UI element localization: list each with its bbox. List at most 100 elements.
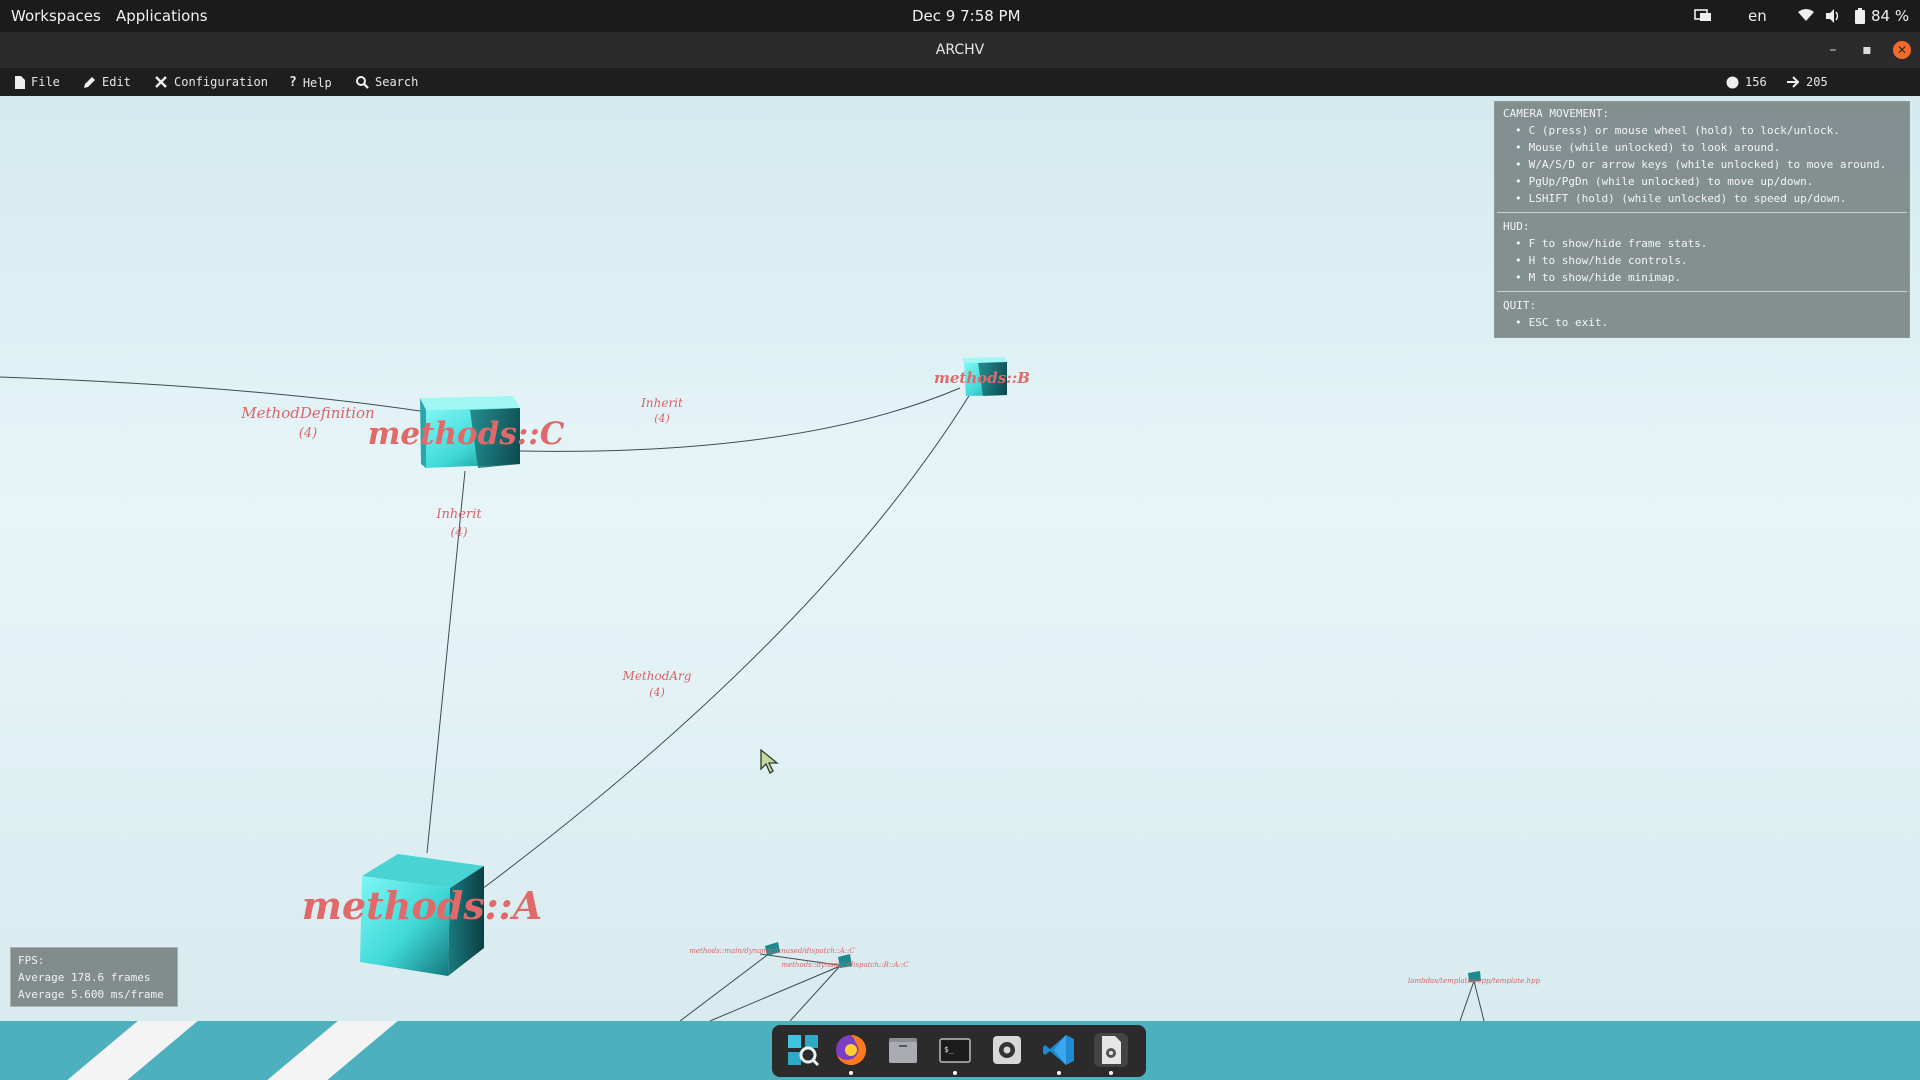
running-indicator	[953, 1071, 957, 1075]
applications-button[interactable]: Applications	[116, 7, 208, 25]
menu-configuration[interactable]: Configuration	[154, 75, 268, 89]
node-methods-c[interactable]: methods::C	[368, 396, 565, 468]
far-label-3: lambdas/templates/cpp/template.hpp	[1408, 977, 1540, 985]
menu-search-label: Search	[375, 75, 419, 89]
node-label-methods-a: methods::A	[302, 883, 542, 928]
fps-ms: Average 5.600 ms/frame	[18, 988, 164, 1001]
menu-file-label: File	[31, 75, 60, 89]
fps-frames: Average 178.6 frames	[18, 971, 151, 984]
clock[interactable]: Dec 9 7:58 PM	[912, 7, 1021, 25]
menu-help[interactable]: ? Help	[289, 75, 332, 90]
archv-app-icon[interactable]	[1094, 1033, 1128, 1067]
stripe-decoration	[218, 1021, 422, 1080]
workspaces-button[interactable]: Workspaces	[11, 7, 101, 25]
system-top-bar: Workspaces Applications Dec 9 7:58 PM en…	[0, 0, 1920, 32]
stripe-decoration	[18, 1021, 222, 1080]
question-icon: ?	[289, 75, 297, 90]
node-counter: 156	[1726, 75, 1767, 89]
window-title-bar[interactable]: ARCHV – ▪ ✕	[0, 32, 1920, 68]
keyboard-layout-indicator[interactable]: en	[1748, 7, 1767, 25]
divider	[1497, 212, 1907, 213]
edge-inherit-c-b	[519, 387, 961, 452]
edge-far-3	[789, 965, 841, 1021]
edge-count-inherit-c-a: (4)	[451, 525, 468, 539]
running-indicator	[849, 1071, 853, 1075]
hud-item: H to show/hide controls.	[1515, 252, 1901, 269]
menu-search[interactable]: Search	[356, 75, 418, 89]
mouse-cursor-icon	[760, 749, 779, 774]
edge-count-inherit-c-b: (4)	[654, 412, 670, 425]
firefox-icon[interactable]	[834, 1033, 868, 1067]
volume-icon[interactable]	[1824, 8, 1842, 28]
far-label-1: methods::main/dynamic/unused/dispatch::A…	[689, 947, 855, 955]
node-label-methods-b: methods::B	[934, 369, 1030, 387]
hud-heading: HUD:	[1503, 220, 1530, 233]
edge-count-method-definition: (4)	[299, 426, 317, 441]
node-label-methods-c: methods::C	[368, 416, 565, 452]
menu-edit-label: Edit	[102, 75, 131, 89]
edge-label-method-arg: MethodArg	[622, 669, 692, 683]
wifi-icon[interactable]	[1797, 8, 1815, 26]
battery-percentage: 84 %	[1871, 7, 1910, 25]
hud-item: F to show/hide frame stats.	[1515, 235, 1901, 252]
graph-viewport[interactable]: methods::C methods::B methods::A methods…	[0, 96, 1920, 1021]
search-app-icon[interactable]	[786, 1033, 820, 1067]
fps-stats-panel: FPS: Average 178.6 frames Average 5.600 …	[10, 947, 178, 1007]
camera-item: PgUp/PgDn (while unlocked) to move up/do…	[1515, 173, 1901, 190]
edge-far-5	[1459, 979, 1485, 1021]
node-methods-a[interactable]: methods::A	[302, 854, 542, 976]
search-icon	[356, 75, 369, 89]
far-node-cluster-2[interactable]: lambdas/templates/cpp/template.hpp	[1408, 971, 1540, 985]
window-title: ARCHV	[935, 42, 985, 58]
quit-heading: QUIT:	[1503, 299, 1537, 312]
hud-list: F to show/hide frame stats. H to show/hi…	[1503, 235, 1901, 286]
node-count: 156	[1745, 75, 1767, 89]
pencil-icon	[83, 76, 96, 89]
fps-heading: FPS:	[18, 954, 45, 967]
far-node-cluster-1[interactable]: methods::main/dynamic/unused/dispatch::A…	[689, 942, 909, 969]
settings-icon[interactable]	[990, 1033, 1024, 1067]
menu-bar: File Edit Configuration ? Help Search 15…	[0, 68, 1920, 96]
tools-icon	[154, 75, 168, 89]
hud-item: M to show/hide minimap.	[1515, 269, 1901, 286]
divider	[1497, 291, 1907, 292]
running-indicator	[1057, 1071, 1061, 1075]
edge-counter: 205	[1787, 75, 1828, 89]
node-methods-b[interactable]: methods::B	[934, 357, 1030, 396]
maximize-icon[interactable]: ▪	[1858, 41, 1876, 59]
file-icon	[15, 75, 25, 89]
camera-heading: CAMERA MOVEMENT:	[1503, 107, 1609, 120]
edge-far-2	[709, 963, 846, 1021]
camera-item: Mouse (while unlocked) to look around.	[1515, 139, 1901, 156]
menu-file[interactable]: File	[15, 75, 60, 89]
menu-help-label: Help	[302, 75, 332, 90]
menu-edit[interactable]: Edit	[83, 75, 131, 89]
running-indicator	[1109, 1071, 1113, 1075]
camera-item: C (press) or mouse wheel (hold) to lock/…	[1515, 122, 1901, 139]
files-icon[interactable]	[886, 1033, 920, 1067]
controls-help-panel: CAMERA MOVEMENT: C (press) or mouse whee…	[1494, 101, 1910, 338]
screen-share-icon[interactable]	[1694, 8, 1712, 28]
camera-item: W/A/S/D or arrow keys (while unlocked) t…	[1515, 156, 1901, 173]
far-label-2: methods::dynamic/dispatch::B::A::C	[781, 961, 909, 969]
edge-far-1	[679, 952, 771, 1021]
arrow-right-icon	[1787, 76, 1800, 88]
quit-item: ESC to exit.	[1515, 314, 1901, 331]
quit-list: ESC to exit.	[1503, 314, 1901, 331]
battery-icon[interactable]	[1855, 8, 1865, 28]
edge-label-inherit-c-b: Inherit	[640, 396, 683, 410]
close-icon[interactable]: ✕	[1893, 41, 1911, 59]
terminal-icon[interactable]: $_	[938, 1033, 972, 1067]
menu-configuration-label: Configuration	[174, 75, 268, 89]
vscode-icon[interactable]	[1042, 1033, 1076, 1067]
minimize-icon[interactable]: –	[1824, 41, 1842, 59]
edge-method-arg	[481, 390, 973, 890]
svg-text:$_: $_	[944, 1045, 954, 1054]
camera-list: C (press) or mouse wheel (hold) to lock/…	[1503, 122, 1901, 207]
node-count-icon	[1726, 76, 1739, 89]
edge-label-method-definition: MethodDefinition	[240, 404, 374, 422]
edge-count: 205	[1806, 75, 1828, 89]
camera-item: LSHIFT (hold) (while unlocked) to speed …	[1515, 190, 1901, 207]
edge-count-method-arg: (4)	[649, 686, 665, 699]
dock: $_	[772, 1025, 1146, 1077]
